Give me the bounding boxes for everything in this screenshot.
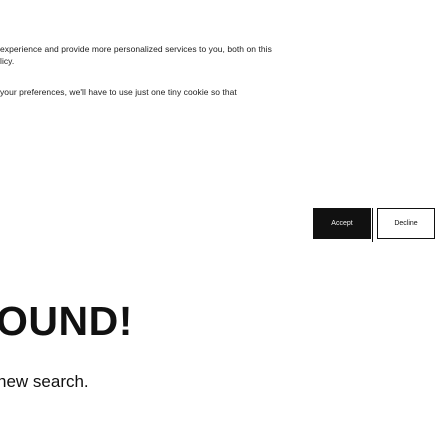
cookie-consent-banner: experience and provide more personalized… — [0, 0, 448, 257]
accept-button-focus-indicator — [372, 208, 373, 242]
not-found-headline: OUND! — [0, 298, 133, 344]
cookie-banner-text-line-1: experience and provide more personalized… — [0, 44, 272, 54]
not-found-content: F OUND! new search. — [0, 256, 448, 448]
decline-cookies-button[interactable]: Decline — [377, 208, 435, 239]
cut-off-heading-fragment: F — [0, 264, 8, 288]
accept-button-label: Accept — [331, 220, 353, 227]
cookie-banner-text-line-3: your preferences, we'll have to use just… — [0, 87, 237, 97]
accept-cookies-button[interactable]: Accept — [313, 208, 371, 239]
page: experience and provide more personalized… — [0, 0, 448, 448]
new-search-subline: new search. — [0, 372, 89, 391]
decline-button-label: Decline — [394, 220, 418, 227]
cookie-banner-text-line-2: licy. — [0, 56, 15, 66]
